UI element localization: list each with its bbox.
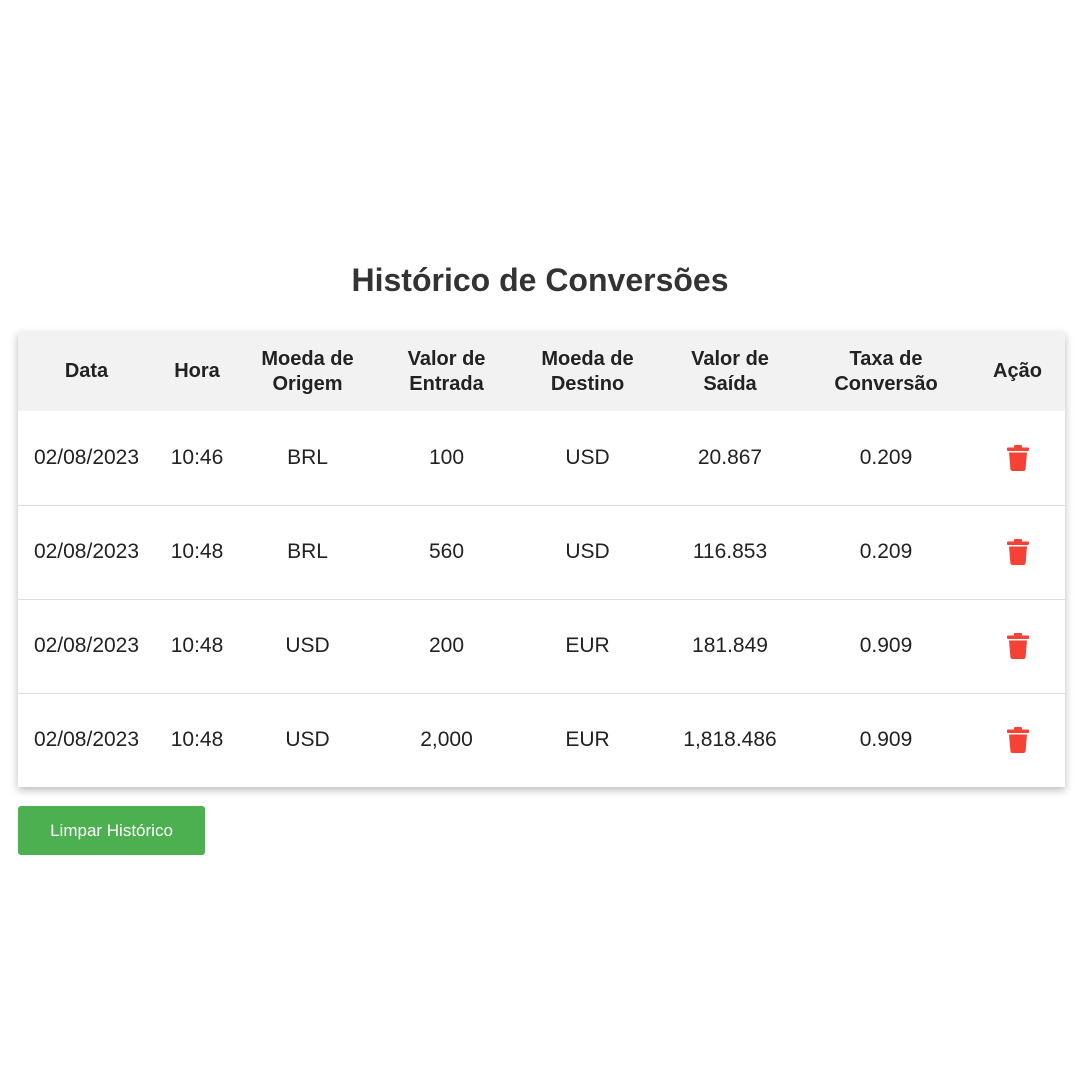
header-moeda-origem: Moeda de Origem	[261, 347, 354, 395]
cell-hora: 10:48	[170, 634, 224, 657]
cell-valor-saida: 1,818.486	[683, 728, 777, 752]
cell-moeda-origem: BRL	[287, 445, 328, 469]
page: Histórico de Conversões Data Hora Moeda …	[0, 0, 1080, 1080]
cell-data: 02/08/2023	[33, 634, 140, 657]
cell-valor-entrada: 100	[428, 445, 465, 469]
header-moeda-destino: Moeda de Destino	[541, 347, 634, 395]
cell-data: 02/08/2023	[33, 540, 140, 563]
cell-moeda-destino: USD	[565, 445, 610, 469]
cell-moeda-origem: BRL	[287, 540, 328, 563]
cell-valor-entrada: 560	[428, 540, 465, 563]
trash-icon[interactable]	[1006, 444, 1029, 471]
trash-icon[interactable]	[1006, 727, 1029, 754]
cell-valor-saida: 116.853	[692, 540, 768, 563]
trash-icon[interactable]	[1006, 539, 1029, 565]
cell-taxa: 0.209	[859, 445, 913, 469]
header-valor-entrada: Valor de Entrada	[407, 347, 486, 395]
history-table-card: Data Hora Moeda de Origem Valor de Entrada…	[18, 332, 1065, 787]
cell-moeda-destino: EUR	[565, 728, 610, 752]
cell-data: 02/08/2023	[33, 728, 140, 752]
history-table: Data Hora Moeda de Origem Valor de Entrada…	[18, 332, 1065, 787]
cell-valor-saida: 20.867	[697, 445, 763, 469]
clear-history-button[interactable]: Limpar Histórico	[18, 806, 205, 855]
cell-valor-saida: 181.849	[692, 634, 768, 657]
cell-valor-entrada: 200	[428, 634, 465, 657]
cell-acao	[970, 599, 1065, 693]
cell-taxa: 0.909	[859, 728, 913, 752]
cell-moeda-origem: USD	[285, 634, 330, 657]
trash-icon[interactable]	[1006, 633, 1029, 659]
header-hora: Hora	[174, 360, 220, 382]
cell-moeda-destino: EUR	[565, 634, 610, 657]
table-row: 02/08/2023 10:46 BRL 100 USD 20.867 0.20…	[18, 411, 1065, 505]
cell-data: 02/08/2023	[33, 445, 140, 469]
header-taxa-conversao: Taxa de Conversão	[834, 347, 938, 395]
cell-hora: 10:46	[170, 445, 224, 469]
page-title: Histórico de Conversões	[351, 262, 729, 298]
table-row: 02/08/2023 10:48 USD 200 EUR 181.849 0.9…	[18, 599, 1065, 693]
table-row: 02/08/2023 10:48 USD 2,000 EUR 1,818.486…	[18, 693, 1065, 787]
cell-moeda-origem: USD	[285, 728, 330, 752]
cell-taxa: 0.209	[859, 540, 913, 563]
cell-acao	[970, 693, 1065, 787]
cell-hora: 10:48	[170, 540, 224, 563]
table-header-row: Data Hora Moeda de Origem Valor de Entrada…	[18, 332, 1065, 411]
cell-hora: 10:48	[170, 728, 224, 752]
cell-acao	[970, 411, 1065, 505]
cell-valor-entrada: 2,000	[420, 728, 473, 752]
header-data: Data	[64, 360, 109, 382]
header-acao: Ação	[993, 360, 1042, 382]
cell-taxa: 0.909	[859, 634, 913, 657]
cell-acao	[970, 505, 1065, 599]
cell-moeda-destino: USD	[565, 540, 610, 563]
table-row: 02/08/2023 10:48 BRL 560 USD 116.853 0.2…	[18, 505, 1065, 599]
header-valor-saida: Valor de Saída	[691, 347, 769, 395]
